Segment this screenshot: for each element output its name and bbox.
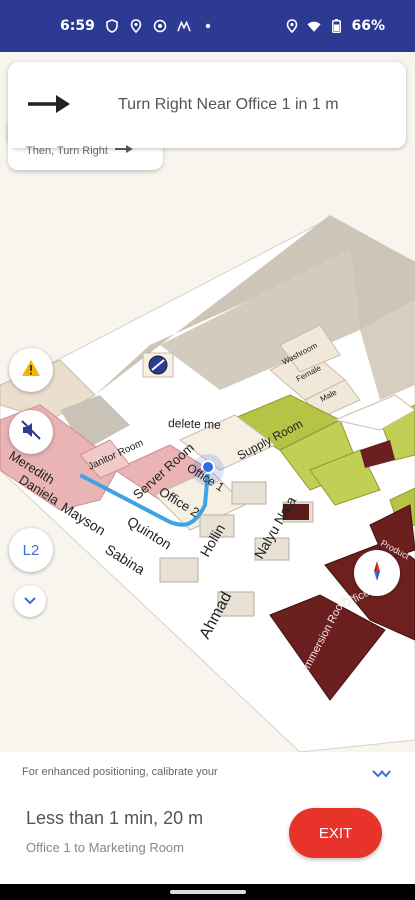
globe-icon bbox=[153, 19, 167, 33]
mute-button[interactable] bbox=[9, 410, 53, 454]
battery-icon bbox=[329, 19, 343, 33]
floor-level-button[interactable]: L2 bbox=[9, 528, 53, 572]
instruction-text: Turn Right Near Office 1 in 1 m bbox=[118, 96, 339, 113]
compass-button[interactable] bbox=[354, 550, 400, 596]
home-indicator[interactable] bbox=[170, 890, 246, 894]
dot-icon bbox=[201, 19, 215, 33]
warning-icon bbox=[21, 359, 41, 382]
volume-off-icon bbox=[20, 419, 42, 446]
location-pin-icon bbox=[129, 19, 143, 33]
status-bar: 6:59 66% bbox=[0, 0, 415, 52]
collapse-icon[interactable] bbox=[371, 766, 391, 778]
status-time: 6:59 bbox=[60, 18, 95, 34]
then-text: Then, Turn Right bbox=[26, 144, 108, 157]
chevron-down-icon bbox=[24, 592, 36, 610]
wifi-icon bbox=[307, 19, 322, 33]
desk-4 bbox=[159, 557, 199, 583]
then-instruction: Then, Turn Right bbox=[26, 144, 134, 157]
route-description: Office 1 to Marketing Room bbox=[26, 840, 184, 855]
desk-1 bbox=[231, 481, 267, 505]
label-delete-me: delete me bbox=[168, 416, 221, 432]
calibration-banner[interactable]: For enhanced positioning, calibrate your bbox=[0, 752, 415, 778]
arrow-right-icon bbox=[26, 92, 72, 121]
small-arrow-right-icon bbox=[114, 144, 134, 157]
route-summary-panel: Less than 1 min, 20 m Office 1 to Market… bbox=[0, 778, 415, 884]
floor-down-button[interactable] bbox=[14, 585, 46, 617]
calibration-text: For enhanced positioning, calibrate your bbox=[22, 766, 218, 778]
battery-percent: 66% bbox=[351, 18, 385, 34]
shield-icon bbox=[105, 19, 119, 33]
eta-text: Less than 1 min, 20 m bbox=[26, 808, 204, 828]
exit-button[interactable]: EXIT bbox=[289, 808, 382, 858]
location-icon bbox=[285, 19, 299, 33]
navigation-card[interactable]: Turn Right Near Office 1 in 1 m Then, Tu… bbox=[8, 62, 406, 170]
app-icon bbox=[176, 19, 191, 33]
compass-icon bbox=[365, 559, 389, 588]
warning-button[interactable] bbox=[9, 348, 53, 392]
floor-level-label: L2 bbox=[22, 541, 40, 559]
